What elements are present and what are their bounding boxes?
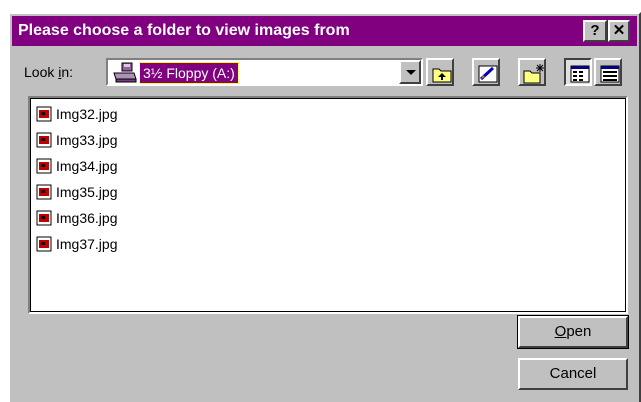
open-button[interactable]: Open [517,315,629,349]
help-icon: ? [590,22,600,39]
jpg-file-icon [36,236,52,252]
file-name: Img33.jpg [56,132,118,148]
file-name: Img32.jpg [56,106,118,122]
list-view-button[interactable] [564,58,592,86]
cancel-button[interactable]: Cancel [518,358,628,390]
jpg-file-icon [36,158,52,174]
help-button[interactable]: ? [583,20,607,42]
close-icon: ✕ [612,22,626,39]
list-view-icon [570,65,590,83]
file-name: Img37.jpg [56,236,118,252]
look-in-favorites-button[interactable] [472,58,500,86]
jpg-file-icon [36,184,52,200]
dialog-title: Please choose a folder to view images fr… [18,22,350,39]
close-button[interactable]: ✕ [608,20,630,42]
details-view-icon [600,65,620,83]
file-name: Img36.jpg [56,210,118,226]
floppy-drive-icon [112,61,138,83]
look-in-dropdown[interactable]: 3½ Floppy (A:) [106,58,423,86]
file-name: Img34.jpg [56,158,118,174]
details-view-button[interactable] [594,58,622,86]
chevron-down-icon[interactable] [399,60,421,84]
look-in-favorites-icon [478,65,498,83]
title-bar: Please choose a folder to view images fr… [12,16,637,46]
folder-chooser-dialog: Please choose a folder to view images fr… [8,12,641,402]
file-name: Img35.jpg [56,184,118,200]
jpg-file-icon [36,106,52,122]
up-one-level-icon [432,68,452,83]
jpg-file-icon [36,132,52,148]
create-new-folder-button[interactable] [518,58,546,86]
file-list[interactable]: Img32.jpg Img33.jpg Img34.jpg Img35.jpg … [28,96,628,314]
up-one-level-button[interactable] [426,58,454,86]
create-new-folder-icon [523,64,544,84]
jpg-file-icon [36,210,52,226]
look-in-label: Look in: [24,64,74,80]
look-in-value: 3½ Floppy (A:) [139,62,239,84]
